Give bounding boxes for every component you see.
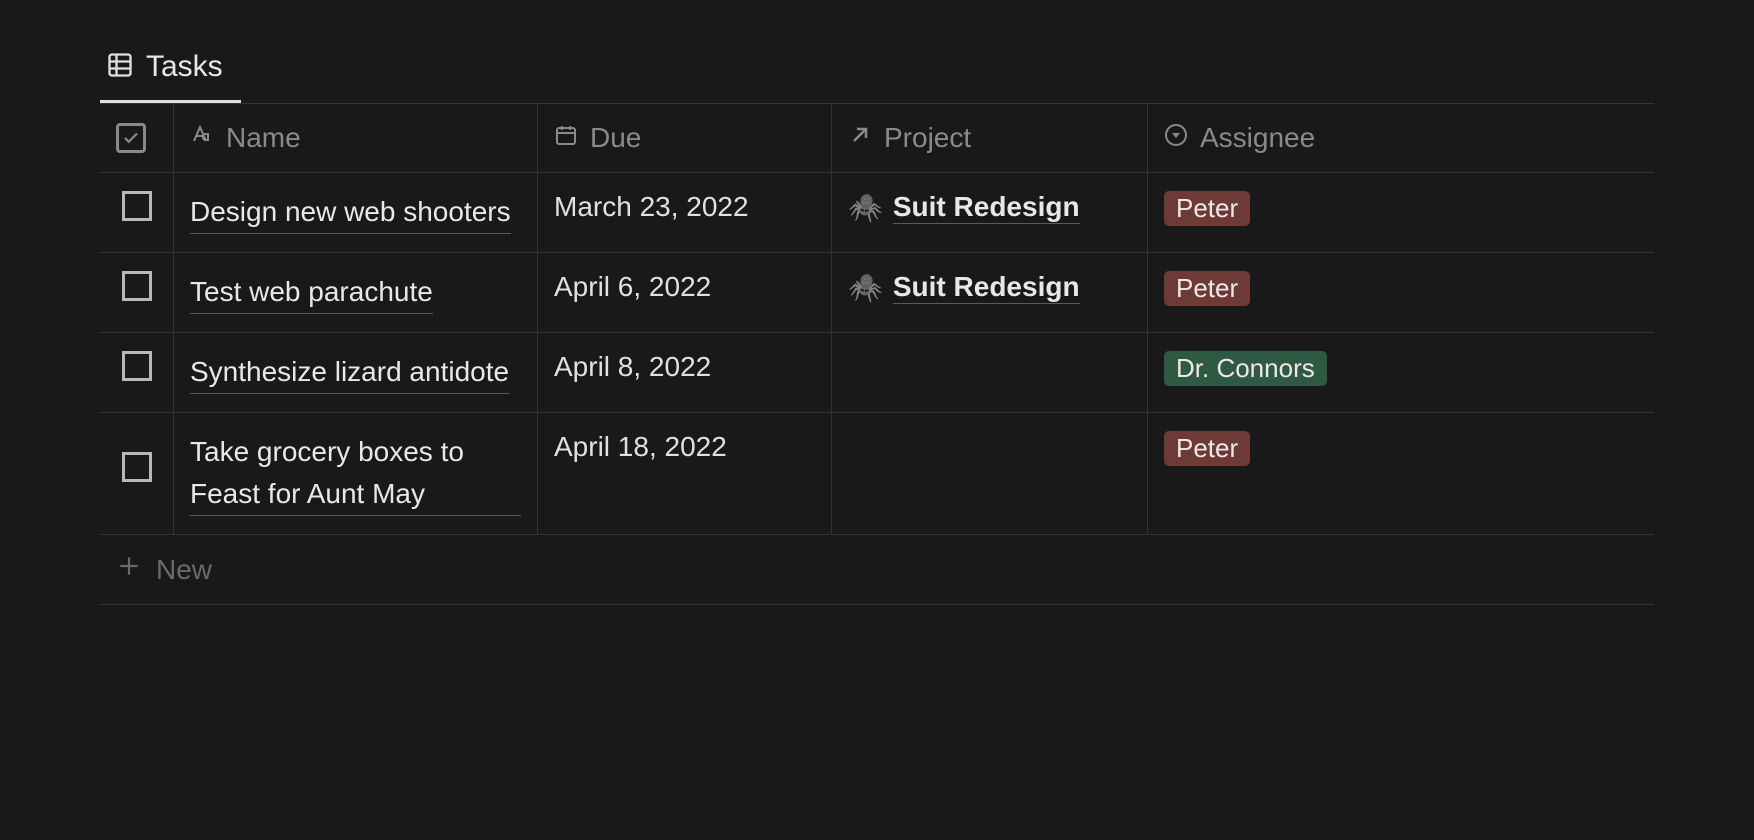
table-header: Name Due Project Assignee [100, 104, 1654, 173]
assignee-tag[interactable]: Peter [1164, 191, 1250, 226]
spider-icon: 🕷️ [848, 271, 883, 304]
task-name[interactable]: Test web parachute [190, 271, 433, 314]
assignee-tag[interactable]: Peter [1164, 431, 1250, 466]
row-checkbox-cell [100, 173, 174, 252]
column-label: Assignee [1200, 122, 1315, 154]
assignee-cell[interactable]: Peter [1148, 173, 1654, 252]
table-row[interactable]: Test web parachute April 6, 2022 🕷️ Suit Re… [100, 253, 1654, 333]
relation-icon [848, 122, 872, 154]
project-cell[interactable]: 🕷️ Suit Redesign [832, 253, 1148, 332]
calendar-icon [554, 122, 578, 154]
column-due[interactable]: Due [538, 104, 832, 172]
assignee-cell[interactable]: Peter [1148, 413, 1654, 534]
table-row[interactable]: Design new web shooters March 23, 2022 🕷️ S… [100, 173, 1654, 253]
assignee-cell[interactable]: Peter [1148, 253, 1654, 332]
row-checkbox-cell [100, 253, 174, 332]
task-name[interactable]: Take grocery boxes to Feast for Aunt May [190, 431, 521, 516]
row-checkbox-cell [100, 333, 174, 412]
spider-icon: 🕷️ [848, 191, 883, 224]
project-name: Suit Redesign [893, 191, 1080, 224]
assignee-cell[interactable]: Dr. Connors [1148, 333, 1654, 412]
name-cell[interactable]: Take grocery boxes to Feast for Aunt May [174, 413, 538, 534]
new-row-label: New [156, 554, 212, 586]
column-project[interactable]: Project [832, 104, 1148, 172]
column-label: Due [590, 122, 641, 154]
due-date: April 18, 2022 [554, 431, 727, 463]
name-cell[interactable]: Synthesize lizard antidote [174, 333, 538, 412]
due-date: April 8, 2022 [554, 351, 711, 383]
table-row[interactable]: Synthesize lizard antidote April 8, 2022 D… [100, 333, 1654, 413]
project-cell[interactable] [832, 413, 1148, 534]
row-checkbox[interactable] [122, 351, 152, 381]
due-cell[interactable]: March 23, 2022 [538, 173, 832, 252]
due-cell[interactable]: April 6, 2022 [538, 253, 832, 332]
column-label: Project [884, 122, 971, 154]
checkbox-icon [116, 123, 146, 153]
plus-icon [116, 553, 142, 586]
text-icon [190, 122, 214, 154]
tasks-table: Name Due Project Assignee Design new web… [100, 104, 1654, 605]
new-row-button[interactable]: New [100, 535, 1654, 605]
row-checkbox[interactable] [122, 271, 152, 301]
project-link[interactable]: 🕷️ Suit Redesign [848, 191, 1080, 224]
select-icon [1164, 122, 1188, 154]
project-link[interactable]: 🕷️ Suit Redesign [848, 271, 1080, 304]
row-checkbox[interactable] [122, 452, 152, 482]
name-cell[interactable]: Design new web shooters [174, 173, 538, 252]
assignee-tag[interactable]: Dr. Connors [1164, 351, 1327, 386]
due-cell[interactable]: April 18, 2022 [538, 413, 832, 534]
task-name[interactable]: Synthesize lizard antidote [190, 351, 509, 394]
due-cell[interactable]: April 8, 2022 [538, 333, 832, 412]
project-cell[interactable] [832, 333, 1148, 412]
column-checkbox[interactable] [100, 104, 174, 172]
tab-tasks[interactable]: Tasks [100, 40, 241, 103]
due-date: March 23, 2022 [554, 191, 749, 223]
row-checkbox-cell [100, 413, 174, 534]
task-name[interactable]: Design new web shooters [190, 191, 511, 234]
tab-label: Tasks [146, 50, 223, 84]
table-row[interactable]: Take grocery boxes to Feast for Aunt May… [100, 413, 1654, 535]
project-name: Suit Redesign [893, 271, 1080, 304]
view-tabs: Tasks [100, 40, 1654, 104]
assignee-tag[interactable]: Peter [1164, 271, 1250, 306]
column-name[interactable]: Name [174, 104, 538, 172]
table-icon [106, 51, 134, 84]
due-date: April 6, 2022 [554, 271, 711, 303]
column-assignee[interactable]: Assignee [1148, 104, 1654, 172]
name-cell[interactable]: Test web parachute [174, 253, 538, 332]
column-label: Name [226, 122, 301, 154]
project-cell[interactable]: 🕷️ Suit Redesign [832, 173, 1148, 252]
row-checkbox[interactable] [122, 191, 152, 221]
